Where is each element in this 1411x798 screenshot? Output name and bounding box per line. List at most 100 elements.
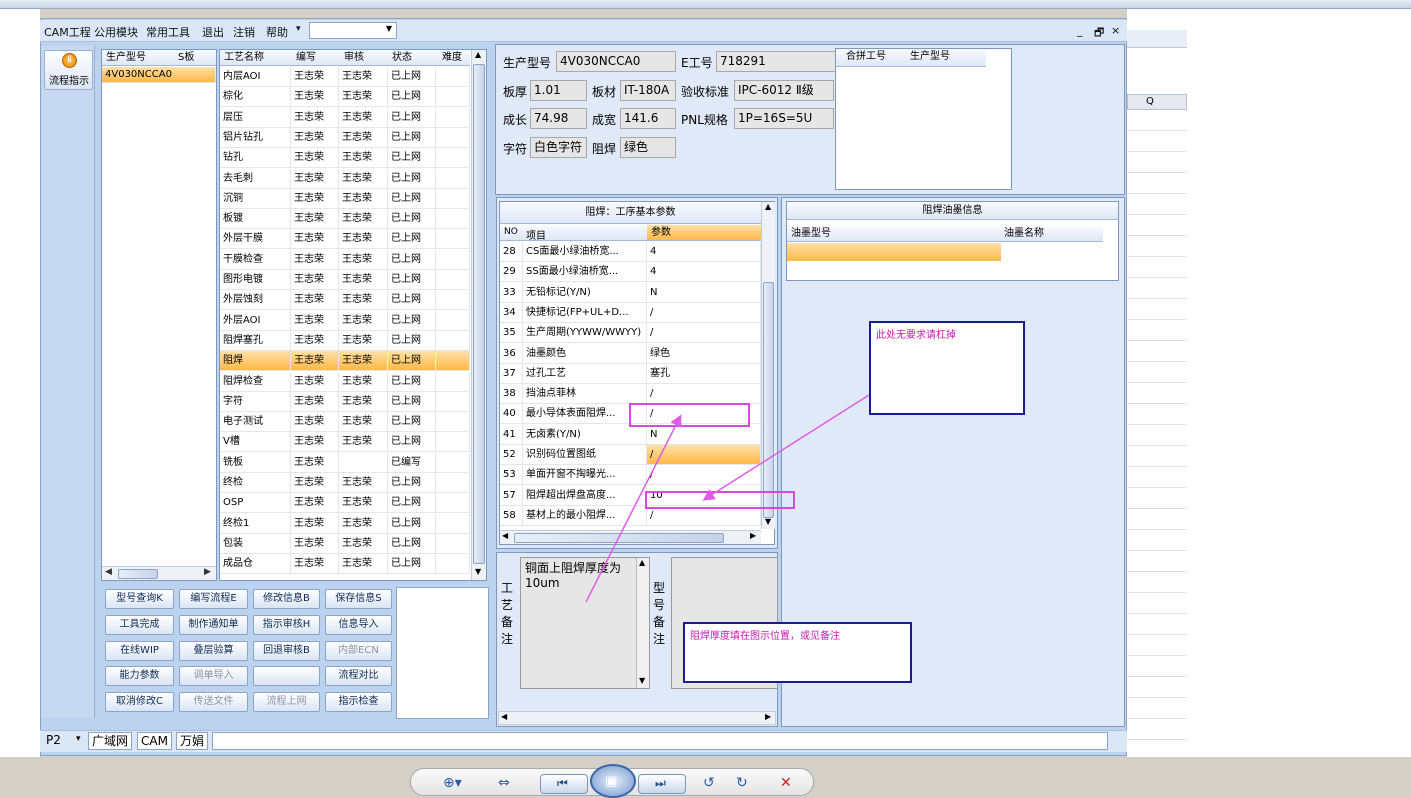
process-cell[interactable] xyxy=(436,127,470,148)
process-cell[interactable]: 王志荣 xyxy=(291,107,339,128)
param-cell[interactable]: 58 xyxy=(500,505,523,526)
action-button[interactable]: 取消修改C xyxy=(105,692,174,713)
process-cell[interactable]: 外层干膜 xyxy=(220,229,291,250)
process-cell[interactable]: 已上网 xyxy=(388,249,436,270)
action-button[interactable]: 保存信息S xyxy=(325,589,392,609)
action-button[interactable]: 回退审核B xyxy=(253,640,320,661)
process-cell[interactable]: 王志荣 xyxy=(339,493,388,514)
action-button[interactable]: 传送文件 xyxy=(179,692,248,713)
process-cell[interactable] xyxy=(436,229,470,250)
param-cell[interactable]: N xyxy=(647,282,761,303)
width-field[interactable]: 141.6 xyxy=(620,108,676,129)
param-cell[interactable]: / xyxy=(647,302,761,323)
param-cell[interactable]: 38 xyxy=(500,384,523,405)
param-cell[interactable]: 油墨颜色 xyxy=(523,343,647,364)
process-cell[interactable]: 阻焊 xyxy=(220,351,291,372)
action-button[interactable]: 内部ECN xyxy=(325,640,392,661)
process-cell[interactable]: 已上网 xyxy=(388,229,436,250)
process-cell[interactable]: 王志荣 xyxy=(339,148,388,169)
standard-field[interactable]: IPC-6012 Ⅱ级 xyxy=(734,80,834,101)
process-cell[interactable]: 王志荣 xyxy=(291,533,339,554)
process-cell[interactable]: 王志荣 xyxy=(339,432,388,453)
param-cell[interactable]: CS面最小绿油桥宽... xyxy=(523,242,647,262)
action-button[interactable]: 指示检查 xyxy=(325,692,392,713)
process-cell[interactable] xyxy=(436,452,470,473)
thickness-field[interactable]: 1.01 xyxy=(530,80,587,101)
process-cell[interactable]: 铣板 xyxy=(220,452,291,473)
process-cell[interactable] xyxy=(436,432,470,453)
process-cell[interactable] xyxy=(436,168,470,189)
process-cell[interactable] xyxy=(436,533,470,554)
process-cell[interactable]: 已上网 xyxy=(388,351,436,372)
process-cell[interactable]: 棕化 xyxy=(220,87,291,108)
process-cell[interactable]: 王志荣 xyxy=(339,249,388,270)
param-cell[interactable]: 识别码位置图纸 xyxy=(523,445,647,465)
ink-row[interactable] xyxy=(787,243,1001,261)
process-cell[interactable]: 钻孔 xyxy=(220,148,291,169)
process-cell[interactable]: 王志荣 xyxy=(339,188,388,209)
param-cell[interactable]: 塞孔 xyxy=(647,363,761,384)
menu-item-1[interactable]: 公用模块 xyxy=(94,24,138,40)
menu-item-5[interactable]: 帮助 xyxy=(266,24,288,40)
param-cell[interactable]: 40 xyxy=(500,404,523,425)
param-cell[interactable]: 34 xyxy=(500,302,523,323)
process-cell[interactable]: 王志荣 xyxy=(339,473,388,493)
menu-item-3[interactable]: 退出 xyxy=(202,24,224,40)
process-cell[interactable]: 已上网 xyxy=(388,330,436,351)
process-cell[interactable]: 王志荣 xyxy=(339,107,388,128)
process-cell[interactable]: OSP xyxy=(220,493,291,514)
action-button[interactable] xyxy=(253,666,320,687)
action-button[interactable]: 指示审核H xyxy=(253,614,320,635)
process-cell[interactable]: 外层蚀刻 xyxy=(220,290,291,311)
action-button[interactable]: 能力参数 xyxy=(105,666,174,687)
process-cell[interactable]: 内层AOI xyxy=(220,67,291,87)
process-cell[interactable]: 已上网 xyxy=(388,310,436,331)
process-cell[interactable]: 已上网 xyxy=(388,188,436,209)
process-vscrollbar[interactable]: ▲ ▼ xyxy=(471,50,486,580)
action-button[interactable]: 修改信息B xyxy=(253,589,320,609)
page-selector[interactable]: P2 xyxy=(46,733,61,747)
process-cell[interactable]: 已上网 xyxy=(388,168,436,189)
process-cell[interactable]: 已上网 xyxy=(388,148,436,169)
process-cell[interactable]: 王志荣 xyxy=(339,351,388,372)
minimize-button[interactable]: _ xyxy=(1077,24,1083,37)
process-cell[interactable] xyxy=(436,310,470,331)
process-cell[interactable]: 电子测试 xyxy=(220,412,291,433)
process-cell[interactable]: 王志荣 xyxy=(291,168,339,189)
process-cell[interactable]: 已上网 xyxy=(388,270,436,290)
param-cell[interactable]: 36 xyxy=(500,343,523,364)
param-cell[interactable]: 单面开窗不掏曝光... xyxy=(523,465,647,486)
process-cell[interactable]: 阻焊检查 xyxy=(220,371,291,392)
model-hscrollbar[interactable]: ◀ ▶ xyxy=(102,566,216,580)
action-button[interactable]: 信息导入 xyxy=(325,614,392,635)
process-remark-text[interactable]: 铜面上阻焊厚度为10um xyxy=(520,557,650,689)
restore-button[interactable]: 🗗 xyxy=(1094,24,1104,43)
process-cell[interactable]: 王志荣 xyxy=(291,493,339,514)
process-cell[interactable]: 王志荣 xyxy=(339,67,388,87)
process-cell[interactable]: 已上网 xyxy=(388,209,436,230)
params-hscroll-thumb[interactable] xyxy=(514,533,724,543)
process-cell[interactable]: 干膜检查 xyxy=(220,249,291,270)
process-cell[interactable] xyxy=(436,270,470,290)
process-cell[interactable]: 王志荣 xyxy=(291,513,339,534)
param-cell[interactable]: 无铅标记(Y/N) xyxy=(523,282,647,303)
process-cell[interactable]: 成品仓 xyxy=(220,554,291,575)
process-cell[interactable] xyxy=(436,249,470,270)
process-cell[interactable]: 已上网 xyxy=(388,554,436,575)
process-cell[interactable] xyxy=(436,412,470,433)
param-cell[interactable]: 挡油点菲林 xyxy=(523,384,647,405)
process-cell[interactable]: 已上网 xyxy=(388,432,436,453)
process-vscroll-thumb[interactable] xyxy=(473,64,485,564)
process-cell[interactable]: 王志荣 xyxy=(339,554,388,575)
remarks-hscrollbar[interactable]: ◀ ▶ xyxy=(498,711,776,725)
process-cell[interactable]: 已上网 xyxy=(388,412,436,433)
param-cell[interactable]: 无卤素(Y/N) xyxy=(523,424,647,445)
process-cell[interactable]: 王志荣 xyxy=(291,270,339,290)
process-cell[interactable]: 字符 xyxy=(220,391,291,412)
param-cell[interactable]: 28 xyxy=(500,242,523,262)
process-cell[interactable] xyxy=(436,493,470,514)
process-cell[interactable]: 王志荣 xyxy=(291,87,339,108)
process-cell[interactable]: 已上网 xyxy=(388,391,436,412)
process-cell[interactable]: 王志荣 xyxy=(339,229,388,250)
process-cell[interactable]: 已上网 xyxy=(388,533,436,554)
